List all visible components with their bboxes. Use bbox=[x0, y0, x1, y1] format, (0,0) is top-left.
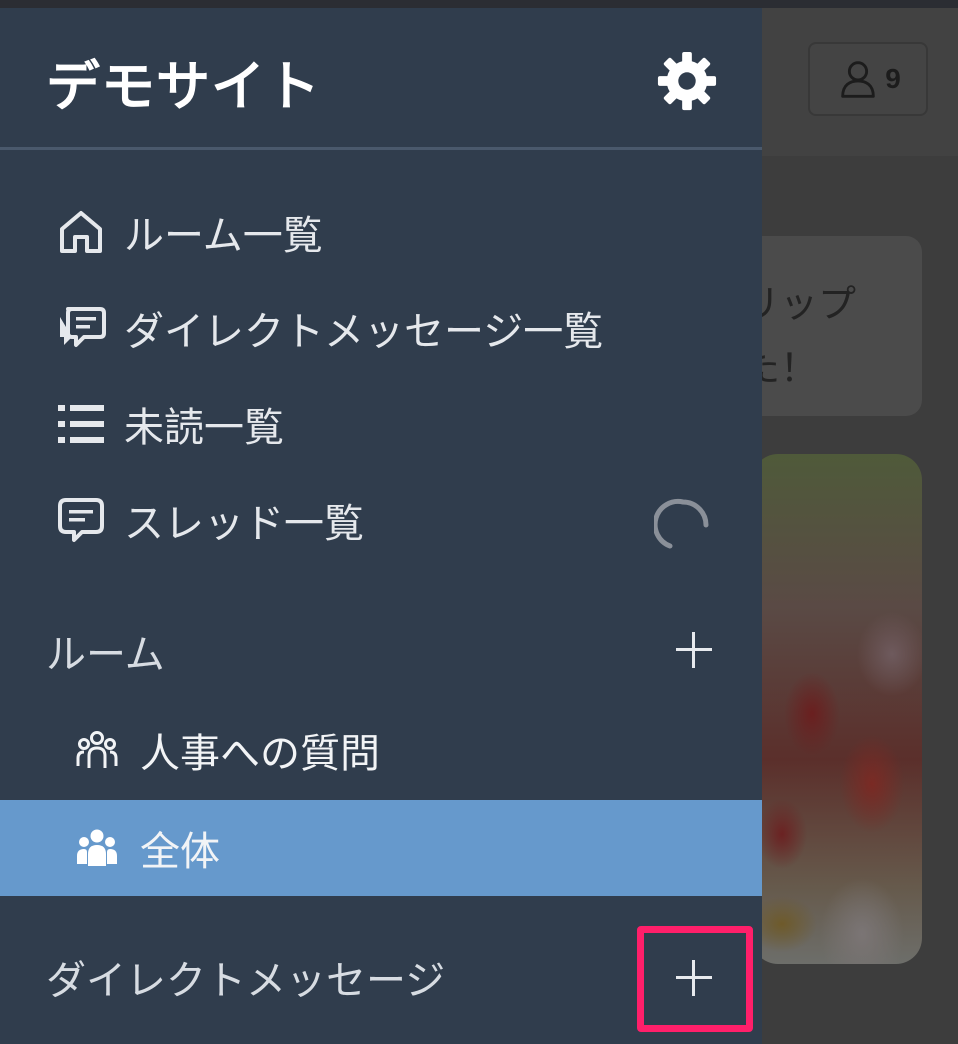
dm-section-title: ダイレクトメッセージ bbox=[46, 958, 446, 1004]
room-item-label: 人事への質問 bbox=[140, 731, 380, 777]
add-room-plus-icon[interactable] bbox=[674, 630, 714, 670]
spinner-icon bbox=[654, 498, 709, 549]
message-line-2: た！ bbox=[762, 346, 819, 390]
nav-rooms-list-label: ルーム一覧 bbox=[124, 213, 323, 259]
room-item-all[interactable]: 全体 bbox=[0, 800, 762, 896]
sidebar-header: デモサイト bbox=[0, 8, 762, 150]
sidebar: デモサイト ルーム一覧 ダイレクトメッセージ一覧 未読一覧 スレッド一覧 ルーム… bbox=[0, 8, 762, 1044]
message-card: リップ た！ bbox=[762, 236, 922, 416]
site-title: デモサイト bbox=[46, 55, 321, 118]
nav-unread-list-label: 未読一覧 bbox=[124, 405, 284, 451]
user-icon bbox=[841, 61, 875, 98]
nav-thread-list-label: スレッド一覧 bbox=[124, 501, 364, 547]
nav-dm-list[interactable]: ダイレクトメッセージ一覧 bbox=[54, 298, 603, 358]
people-icon bbox=[74, 825, 120, 871]
rooms-section-title: ルーム bbox=[46, 632, 165, 678]
home-icon bbox=[54, 205, 108, 259]
background-header: 9 bbox=[762, 8, 958, 156]
members-button[interactable]: 9 bbox=[808, 42, 928, 116]
status-strip bbox=[0, 0, 958, 8]
room-item-hr-questions[interactable]: 人事への質問 bbox=[0, 702, 762, 798]
list-icon bbox=[54, 397, 108, 451]
nav-thread-list[interactable]: スレッド一覧 bbox=[54, 490, 364, 550]
nav-unread-list[interactable]: 未読一覧 bbox=[54, 394, 284, 454]
nav-rooms-list[interactable]: ルーム一覧 bbox=[54, 202, 323, 262]
thread-bubble-icon bbox=[54, 493, 108, 547]
member-count: 9 bbox=[885, 63, 901, 94]
gear-icon[interactable] bbox=[656, 50, 718, 112]
room-item-label: 全体 bbox=[140, 829, 220, 875]
nav-dm-list-label: ダイレクトメッセージ一覧 bbox=[124, 309, 604, 355]
highlight-box bbox=[637, 926, 753, 1032]
message-line-1: リップ bbox=[762, 282, 857, 326]
tulip-photo bbox=[762, 454, 922, 964]
background-app: 9 リップ た！ bbox=[762, 8, 958, 1044]
chat-bubbles-icon bbox=[54, 301, 108, 355]
people-icon bbox=[74, 727, 120, 773]
